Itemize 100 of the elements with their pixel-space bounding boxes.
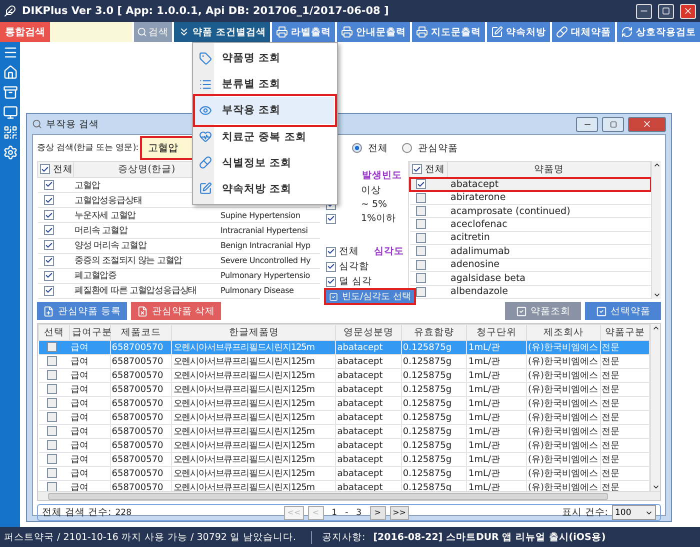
- table-row[interactable]: 급여 658700570 오렌시아서브큐프리필드시린지125m abatacept 0.125875g 1mL/관 (유)한국비엠에스 전문: [38, 424, 650, 438]
- table-cell: 머리속 고혈압: [74, 222, 220, 238]
- radio-button[interactable]: [352, 143, 362, 153]
- checkbox[interactable]: [416, 232, 426, 243]
- page-size-select[interactable]: 100: [612, 505, 656, 520]
- checkbox[interactable]: [326, 246, 336, 256]
- scroll-up-icon[interactable]: [652, 161, 660, 169]
- checkbox[interactable]: [326, 262, 336, 272]
- menu-item[interactable]: 분류별 조회: [196, 71, 334, 98]
- checkbox[interactable]: [416, 260, 426, 270]
- symptom-search-field[interactable]: 고혈압: [142, 138, 192, 158]
- checkbox[interactable]: [46, 384, 56, 394]
- checkbox[interactable]: [44, 225, 54, 236]
- table-row[interactable]: 급여 658700570 오렌시아서브큐프리필드시린지125m abatacept 0.125875g 1mL/관 (유)한국비엠에스 전문: [38, 396, 650, 410]
- checkbox[interactable]: [46, 398, 56, 408]
- home-icon[interactable]: [2, 65, 18, 80]
- checkbox[interactable]: [46, 440, 56, 450]
- menu-item[interactable]: 치료군 중복 조회: [196, 124, 334, 150]
- drug-row[interactable]: abiraterone: [410, 190, 650, 204]
- table-row[interactable]: 급여 658700570 오렌시아서브큐프리필드시린지125m abatacept 0.125875g 1mL/관 (유)한국비엠에스 전문: [38, 382, 650, 396]
- toolbar-button[interactable]: 라벨출력: [272, 22, 335, 42]
- toolbar-button[interactable]: 약속처방: [487, 22, 550, 42]
- checkbox[interactable]: [44, 180, 54, 190]
- table-row[interactable]: 급여 658700570 오렌시아서브큐프리필드시린지125m abatacept 0.125875g 1mL/관 (유)한국비엠에스 전문: [38, 466, 650, 480]
- toolbar-button[interactable]: 상호작용검토: [617, 22, 700, 42]
- table-row[interactable]: 급여 658700570 오렌시아서브큐프리필드시린지125m abatacept 0.125875g 1mL/관 (유)한국비엠에스 전문: [38, 410, 650, 424]
- monitor-icon[interactable]: [2, 105, 18, 120]
- integrated-search-button[interactable]: 통합검색: [0, 22, 50, 42]
- checkbox[interactable]: [416, 246, 426, 256]
- box-icon[interactable]: [2, 85, 18, 100]
- action-button[interactable]: 관심약품 등록: [37, 302, 128, 320]
- drug-row[interactable]: adenosine: [410, 258, 650, 272]
- table-row[interactable]: 급여 658700570 오렌시아서브큐프리필드시린지125m abatacept 0.125875g 1mL/관 (유)한국비엠에스 전문: [38, 354, 650, 368]
- action-button[interactable]: 관심약품 삭제: [131, 302, 222, 320]
- scroll-down-icon[interactable]: [652, 483, 660, 491]
- drug-row[interactable]: albendazole: [410, 285, 650, 298]
- heart-icon: [199, 130, 212, 144]
- checkbox[interactable]: [44, 210, 54, 220]
- maximize-button[interactable]: [602, 116, 624, 132]
- checkbox[interactable]: [44, 256, 54, 266]
- table-cell: 658700570: [110, 354, 172, 368]
- checkbox[interactable]: [46, 482, 56, 492]
- drug-row[interactable]: agalsidase beta: [410, 272, 650, 285]
- checkbox[interactable]: [46, 454, 56, 464]
- table-row[interactable]: 급여 658700570 오렌시아서브큐프리필드시린지125m abatacept 0.125875g 1mL/관 (유)한국비엠에스 전문: [38, 368, 650, 382]
- drug-row[interactable]: adalimumab: [410, 244, 650, 258]
- checkbox[interactable]: [44, 240, 54, 250]
- menu-icon[interactable]: [2, 45, 18, 60]
- drug-row[interactable]: acitretin: [410, 231, 650, 245]
- option-label: 이상: [360, 184, 381, 197]
- checkbox[interactable]: [46, 426, 56, 436]
- table-row[interactable]: 급여 658700570 오렌시아서브큐프리필드시린지125m abatacept 0.125875g 1mL/관 (유)한국비엠에스 전문: [38, 452, 650, 466]
- drug-row[interactable]: aceclofenac: [410, 218, 650, 232]
- checkbox[interactable]: [416, 192, 426, 203]
- checkbox[interactable]: [40, 164, 50, 174]
- checkbox[interactable]: [416, 273, 426, 284]
- table-row[interactable]: 급여 658700570 오렌시아서브큐프리필드시린지125m abatacept 0.125875g 1mL/관 (유)한국비엠에스 전문: [38, 438, 650, 452]
- drug-row[interactable]: acamprosate (continued): [410, 204, 650, 218]
- scrollbar[interactable]: [651, 161, 661, 299]
- checkbox[interactable]: [416, 179, 426, 190]
- checkbox[interactable]: [46, 468, 56, 478]
- menu-item[interactable]: 약품명 조회: [196, 45, 334, 72]
- table-cell: Supine Hypertension: [220, 208, 320, 223]
- toolbar-button[interactable]: 안내문출력: [337, 22, 410, 42]
- checkbox[interactable]: [44, 286, 54, 296]
- settings-icon[interactable]: [2, 145, 18, 160]
- checkbox[interactable]: [416, 206, 426, 216]
- last-page-button[interactable]: >>: [390, 506, 409, 520]
- apply-filter-button[interactable]: 빈도/심각도 선택: [326, 290, 414, 303]
- checkbox[interactable]: [326, 276, 336, 286]
- checkbox[interactable]: [416, 286, 426, 297]
- toolbar-button[interactable]: 약품 조건별검색: [174, 22, 270, 42]
- scroll-up-icon[interactable]: [652, 324, 660, 332]
- qr-code-icon[interactable]: [2, 125, 18, 140]
- table-cell: adalimumab: [448, 244, 650, 258]
- action-button[interactable]: 선택약품: [585, 302, 661, 320]
- checkbox[interactable]: [412, 164, 422, 174]
- radio-button[interactable]: [402, 143, 412, 153]
- checkbox[interactable]: [326, 214, 336, 224]
- horizontal-scrollbar[interactable]: [38, 491, 660, 500]
- search-field[interactable]: [50, 22, 132, 42]
- checkbox[interactable]: [46, 412, 56, 422]
- checkbox[interactable]: [416, 219, 426, 230]
- scroll-down-icon[interactable]: [652, 291, 660, 299]
- checkbox[interactable]: [46, 370, 56, 380]
- search-label: 증상 검색(한글 또는 영문):: [37, 142, 138, 154]
- file-remove-icon: [137, 306, 148, 316]
- checkbox[interactable]: [46, 342, 56, 352]
- toolbar-button[interactable]: 대체약품: [552, 22, 615, 42]
- next-page-button[interactable]: >: [370, 506, 386, 520]
- checkbox[interactable]: [44, 195, 54, 206]
- table-cell: 오렌시아서브큐프리필드시린지125m: [172, 340, 336, 354]
- menu-item[interactable]: 부작용 조회: [196, 97, 334, 124]
- scrollbar[interactable]: [650, 324, 660, 491]
- column-header: 약품명: [448, 162, 650, 178]
- toolbar-button[interactable]: 지도문출력: [412, 22, 485, 42]
- drug-row[interactable]: abatacept: [410, 178, 650, 191]
- checkbox[interactable]: [46, 356, 56, 366]
- refresh-icon: [621, 26, 633, 38]
- checkbox[interactable]: [44, 270, 54, 281]
